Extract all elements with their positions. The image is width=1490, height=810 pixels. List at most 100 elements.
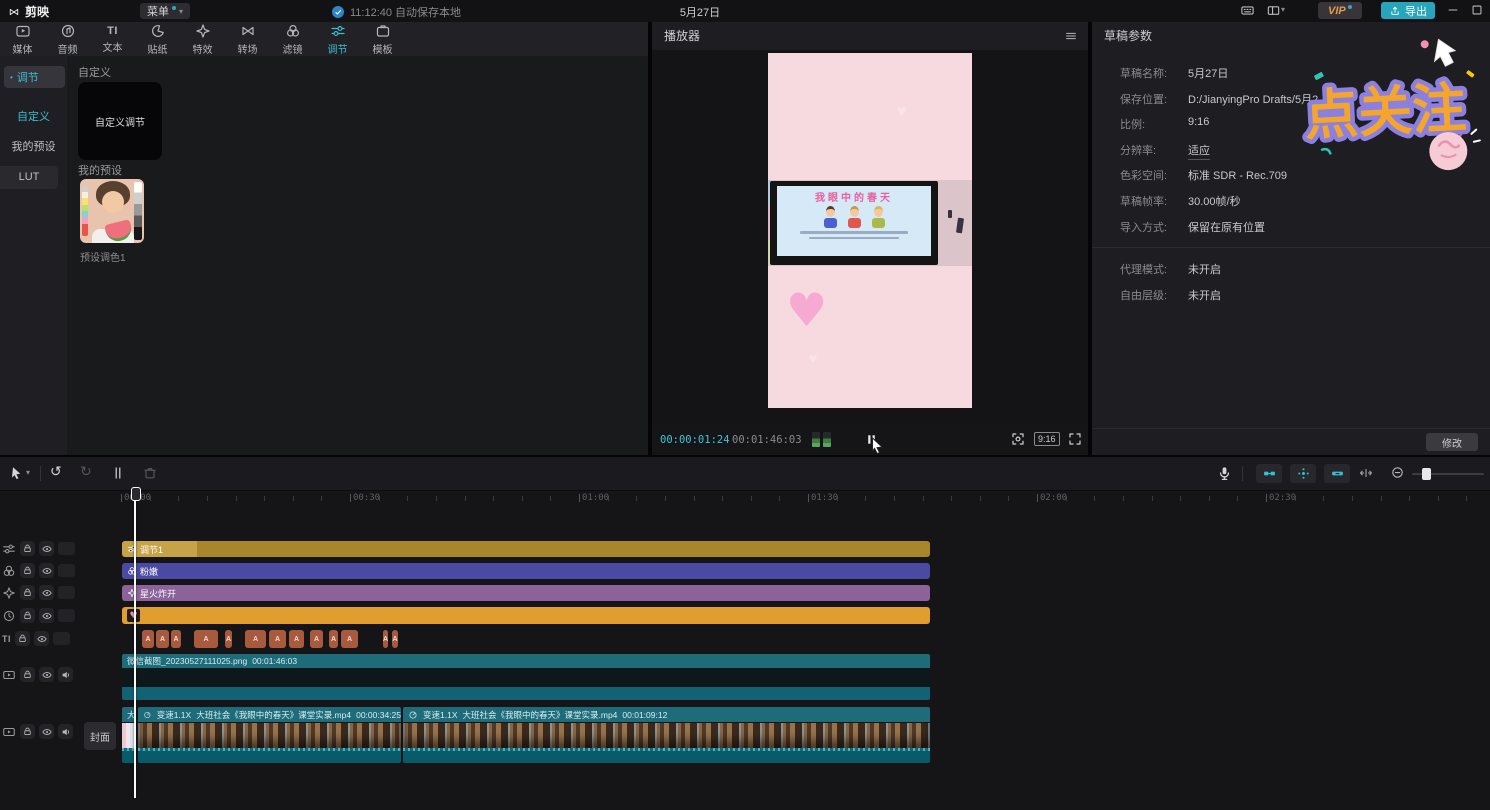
lock-icon[interactable] bbox=[20, 541, 35, 556]
sticker-clip[interactable]: ♥ bbox=[122, 607, 930, 624]
modify-row: 修改 bbox=[1092, 428, 1490, 455]
tab-effect[interactable]: 特效 bbox=[180, 22, 225, 56]
image-clip-label[interactable]: 微信截图_20230527111025.png00:01:46:03 bbox=[122, 654, 930, 668]
video-clip-filmstrip[interactable] bbox=[138, 723, 401, 748]
lock-icon[interactable] bbox=[20, 585, 35, 600]
ratio-chip[interactable]: 9:16 bbox=[1034, 432, 1060, 446]
speaker-icon[interactable] bbox=[58, 724, 73, 739]
text-clip[interactable]: A bbox=[392, 630, 398, 648]
video-preview[interactable]: ♥ ♥ 我眼中的春天 bbox=[768, 53, 972, 408]
effect-clip[interactable]: 星火炸开 bbox=[122, 585, 930, 601]
text-clip[interactable]: A bbox=[194, 630, 218, 648]
tab-text[interactable]: TI文本 bbox=[90, 22, 135, 56]
sidebar-item-my-presets[interactable]: 我的预设 bbox=[0, 138, 67, 154]
ruler-major-tick bbox=[579, 494, 580, 502]
tab-audio[interactable]: 音频 bbox=[45, 22, 90, 56]
filter-clip[interactable]: 粉嫩 bbox=[122, 563, 930, 579]
layout-chevron-icon[interactable]: ▾ bbox=[1281, 5, 1285, 14]
eye-icon[interactable] bbox=[39, 724, 54, 739]
sidebar-item-custom[interactable]: 自定义 bbox=[0, 108, 67, 124]
tab-filter[interactable]: 滤镜 bbox=[270, 22, 315, 56]
tab-adjust[interactable]: 调节 bbox=[315, 22, 360, 56]
minimize-button[interactable] bbox=[1446, 3, 1460, 17]
menu-button[interactable]: 菜单 ▾ bbox=[140, 3, 190, 19]
eye-icon[interactable] bbox=[39, 608, 54, 623]
ruler-tick bbox=[1381, 496, 1382, 501]
link-toggle[interactable] bbox=[1324, 464, 1350, 483]
fullscreen-icon[interactable] bbox=[1067, 431, 1083, 447]
text-clip[interactable]: A bbox=[269, 630, 286, 648]
pink-heart-sticker: ♥ bbox=[786, 283, 827, 337]
lock-icon[interactable] bbox=[20, 667, 35, 682]
mic-icon bbox=[1216, 465, 1233, 482]
sticker-track-icon bbox=[2, 609, 16, 623]
redo-button[interactable]: ↻ bbox=[80, 463, 92, 480]
ruler-tick bbox=[1209, 496, 1210, 501]
shortcut-keyboard-icon[interactable] bbox=[1240, 3, 1255, 18]
modify-button[interactable]: 修改 bbox=[1426, 433, 1478, 451]
maxbox-icon bbox=[1470, 3, 1484, 17]
playhead-handle[interactable] bbox=[131, 487, 141, 501]
preset-thumbnail[interactable] bbox=[80, 179, 144, 243]
text-clip[interactable]: A bbox=[156, 630, 169, 648]
playhead-line[interactable] bbox=[134, 495, 136, 798]
text-clip[interactable]: A bbox=[245, 630, 266, 648]
video-clip-label[interactable]: 变速1.1X大班社会《我眼中的春天》课堂实录.mp400:01:09:12 bbox=[403, 707, 930, 722]
text-clip[interactable]: A bbox=[225, 630, 232, 648]
split-tool[interactable] bbox=[110, 465, 126, 481]
tab-media[interactable]: 媒体 bbox=[0, 22, 45, 56]
maximize-button[interactable] bbox=[1470, 3, 1484, 17]
lock-icon[interactable] bbox=[15, 631, 30, 646]
effect-icon bbox=[2, 586, 16, 600]
videotrack-icon bbox=[2, 725, 16, 739]
text-clip[interactable]: A bbox=[341, 630, 358, 648]
param-value[interactable]: 适应 bbox=[1188, 142, 1210, 160]
zoom-out-button[interactable] bbox=[1390, 465, 1405, 480]
video-clip-label[interactable]: 变速1.1X大班社会《我眼中的春天》课堂实录.mp400:00:34:25 bbox=[138, 707, 401, 722]
export-button[interactable]: 导出 bbox=[1381, 2, 1435, 19]
timeline-ruler[interactable]: 00:0000:3001:0001:3002:0002:30 bbox=[80, 490, 1490, 506]
text-clip[interactable]: A bbox=[289, 630, 304, 648]
ruler-tick bbox=[293, 496, 294, 501]
preview-axis-toggle[interactable] bbox=[1290, 464, 1316, 483]
eye-icon[interactable] bbox=[39, 541, 54, 556]
adjust-library: 自定义 自定义调节 我的预设 预设调色1 bbox=[67, 56, 648, 455]
vip-button[interactable]: VIP bbox=[1318, 2, 1362, 19]
tab-template[interactable]: 模板 bbox=[360, 22, 405, 56]
sidebar-item-lut[interactable]: LUT bbox=[0, 166, 58, 189]
custom-adjust-card[interactable]: 自定义调节 bbox=[78, 82, 162, 160]
text-clip[interactable]: A bbox=[142, 630, 154, 648]
eye-icon[interactable] bbox=[39, 667, 54, 682]
player-header: 播放器 bbox=[652, 22, 1088, 50]
layout-switch-icon[interactable] bbox=[1266, 3, 1281, 18]
record-voiceover-button[interactable] bbox=[1216, 465, 1233, 482]
player-menu-icon[interactable] bbox=[1064, 29, 1078, 43]
lock-icon[interactable] bbox=[20, 608, 35, 623]
snap-toggle[interactable] bbox=[1256, 464, 1282, 483]
tab-transition[interactable]: 转场 bbox=[225, 22, 270, 56]
text-clip[interactable]: A bbox=[329, 630, 338, 648]
tab-sticker[interactable]: 贴纸 bbox=[135, 22, 180, 56]
video-clip-filmstrip[interactable] bbox=[403, 723, 930, 748]
tab-label: 调节 bbox=[328, 41, 348, 56]
eye-icon[interactable] bbox=[39, 585, 54, 600]
delete-button[interactable] bbox=[142, 465, 158, 481]
speaker-icon[interactable] bbox=[58, 667, 73, 682]
text-clip[interactable]: A bbox=[171, 630, 181, 648]
lock-icon[interactable] bbox=[20, 724, 35, 739]
cover-button[interactable]: 封面 bbox=[84, 722, 116, 750]
timeline-zoom-knob[interactable] bbox=[1422, 468, 1431, 480]
text-clip[interactable]: A bbox=[383, 630, 388, 648]
text-clip[interactable]: A bbox=[310, 630, 323, 648]
fit-timeline-button[interactable] bbox=[1358, 465, 1374, 481]
eye-icon[interactable] bbox=[39, 563, 54, 578]
sidebar-item-adjust-root[interactable]: •调节 bbox=[4, 66, 65, 88]
lock-icon[interactable] bbox=[20, 563, 35, 578]
image-clip-body[interactable] bbox=[122, 668, 930, 687]
adjust-clip[interactable]: 调节1 bbox=[122, 541, 930, 557]
preview-quality-icon[interactable] bbox=[1010, 431, 1026, 447]
track-headers: TI bbox=[0, 457, 80, 810]
lock-icon bbox=[22, 726, 33, 737]
eye-icon[interactable] bbox=[34, 631, 49, 646]
lock-icon bbox=[22, 543, 33, 554]
